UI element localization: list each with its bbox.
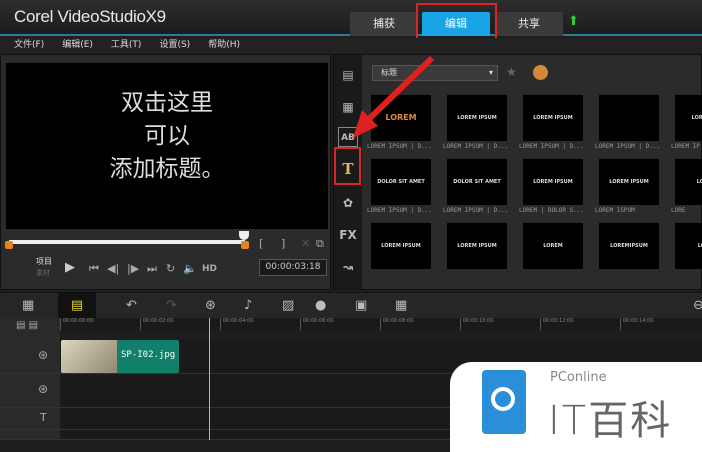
playhead-line[interactable] [209, 318, 210, 440]
film-reel-icon: ⊛ [38, 348, 49, 362]
record-capture-icon[interactable]: ⊛ [205, 298, 216, 313]
ruler-tick-label: 00:00:02:00 [140, 318, 174, 330]
watermark: PConline IT百科 [450, 362, 702, 452]
ruler-tick-label: 00:00:00:00 [60, 318, 94, 330]
watermark-logo [482, 370, 526, 434]
multi-camera-icon[interactable]: ▦ [395, 298, 407, 313]
clip-name: SP-I02.jpg [121, 350, 176, 360]
ruler-tick-label: 00:00:04:00 [220, 318, 254, 330]
timeline-ruler[interactable]: 00:00:00:00 00:00:02:00 00:00:04:00 00:00:0… [60, 318, 702, 330]
motion-tracking-icon[interactable]: ● [315, 298, 326, 313]
title-track-header: T [0, 408, 60, 429]
timeline-clip[interactable]: SP-I02.jpg [61, 340, 179, 373]
auto-music-icon[interactable]: ▨ [282, 298, 294, 313]
undo-icon[interactable]: ↶ [126, 298, 137, 313]
ruler-tick-label: 00:00:10:00 [460, 318, 494, 330]
arrow-shaft [365, 55, 435, 123]
timeline-toolbar: ▦ ▤ ↶ ↷ ⊛ ♪ ▨ ● ▣ ▦ ⊖ [0, 292, 702, 319]
title-track-icon: T [40, 411, 47, 424]
film-reel-icon: ⊛ [38, 382, 49, 396]
timeline-view-icon[interactable]: ▤ [58, 293, 96, 319]
track-manager-icon[interactable]: ▤ ▤ [0, 318, 60, 340]
voice-track-header [0, 430, 60, 439]
ruler-tick-label: 00:00:08:00 [380, 318, 414, 330]
video-track-header: ⊛ [0, 340, 60, 373]
sound-mixer-icon[interactable]: ♪ [244, 298, 252, 313]
ruler-tick-label: 00:00:06:00 [300, 318, 334, 330]
redo-icon[interactable]: ↷ [166, 298, 177, 313]
clip-thumbnail [61, 340, 117, 373]
subtitle-editor-icon[interactable]: ▣ [355, 298, 367, 313]
watermark-name: IT百科 [548, 398, 673, 444]
zoom-out-icon[interactable]: ⊖ [693, 298, 702, 313]
ruler-tick-label: 00:00:12:00 [540, 318, 574, 330]
watermark-brand: PConline [550, 370, 607, 385]
storyboard-view-icon[interactable]: ▦ [22, 298, 34, 313]
overlay-track-header: ⊛ [0, 374, 60, 407]
ruler-tick-label: 00:00:14:00 [620, 318, 654, 330]
